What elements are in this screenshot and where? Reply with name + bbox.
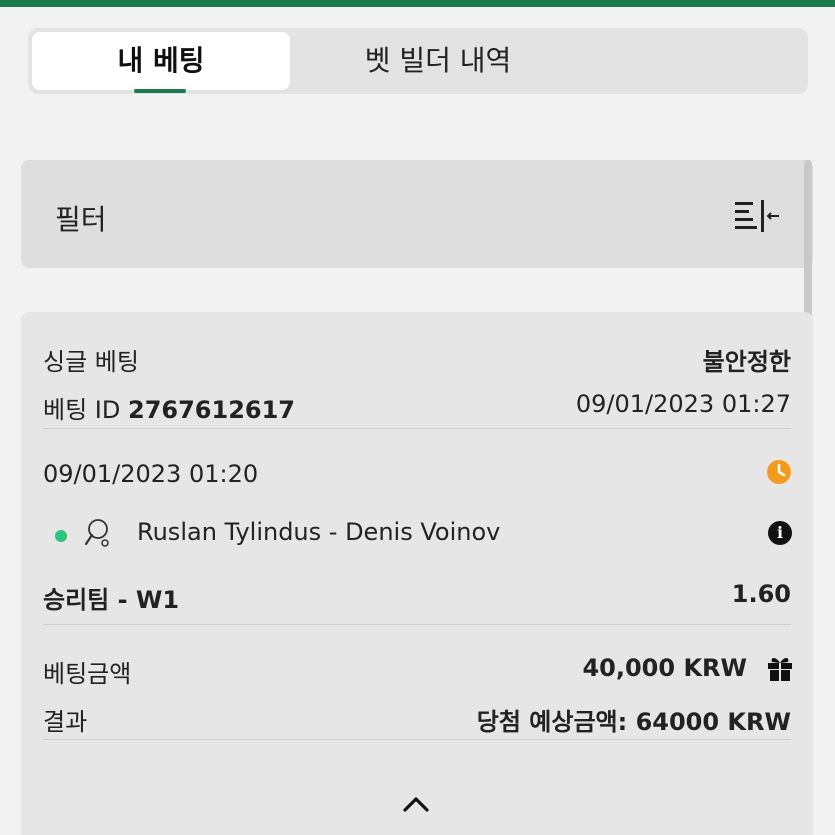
filter-collapse-icon[interactable]	[735, 200, 781, 232]
result-value: 당첨 예상금액: 64000 KRW	[476, 708, 791, 736]
bet-card: 싱글 베팅 불안정한 베팅 ID 2767612617 09/01/2023 0…	[21, 312, 813, 835]
filter-bar[interactable]: 필터	[21, 160, 813, 268]
divider	[43, 428, 791, 429]
divider	[43, 739, 791, 740]
stake-value: 40,000 KRW	[582, 654, 747, 682]
bet-id: 베팅 ID 2767612617	[43, 390, 295, 425]
result-label: 결과	[43, 708, 88, 736]
odds-value: 1.60	[731, 580, 791, 608]
bet-placed-at: 09/01/2023 01:27	[575, 390, 791, 418]
chevron-up-icon[interactable]	[401, 794, 431, 814]
tab-bet-builder-history[interactable]: 벳 빌더 내역	[298, 32, 578, 90]
top-accent-bar	[0, 0, 835, 7]
info-icon[interactable]: i	[768, 521, 792, 545]
bet-id-label: 베팅 ID	[43, 396, 121, 424]
clock-icon	[767, 460, 791, 484]
live-dot	[55, 530, 67, 542]
table-tennis-icon	[84, 519, 109, 547]
bet-tabs: 내 베팅 벳 빌더 내역	[28, 28, 808, 94]
event-name: Ruslan Tylindus - Denis Voinov	[137, 518, 501, 546]
market-name: 승리팀 - W1	[43, 586, 180, 614]
tab-bet-builder-label: 벳 빌더 내역	[364, 44, 512, 77]
bet-type: 싱글 베팅	[43, 348, 139, 376]
gift-icon[interactable]	[766, 654, 794, 682]
divider	[43, 624, 791, 625]
event-time: 09/01/2023 01:20	[43, 460, 259, 488]
stake-label: 베팅금액	[43, 660, 132, 688]
bet-status: 불안정한	[702, 348, 791, 376]
bet-id-value: 2767612617	[128, 396, 295, 424]
tab-my-bets[interactable]: 내 베팅	[32, 32, 290, 93]
filter-label: 필터	[55, 203, 107, 236]
active-tab-indicator	[134, 89, 186, 93]
tab-my-bets-label: 내 베팅	[117, 44, 205, 77]
